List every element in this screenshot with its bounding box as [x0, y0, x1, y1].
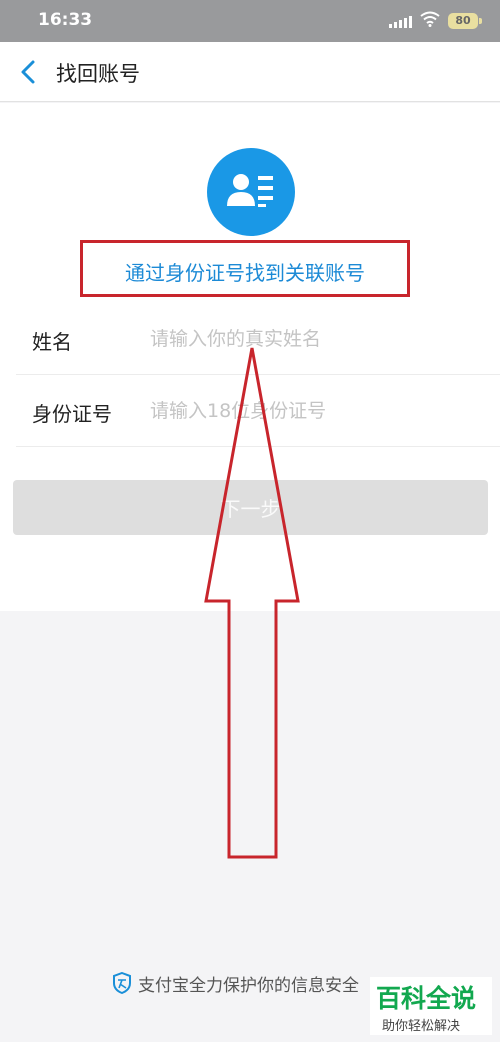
shield-icon [113, 972, 131, 994]
next-button[interactable]: 下一步 [13, 480, 488, 535]
recovery-card: 通过身份证号找到关联账号 姓名 身份证号 下一步 [0, 103, 500, 611]
security-note: 支付宝全力保护你的信息安全 [112, 968, 359, 998]
status-time: 16:33 [38, 10, 93, 30]
id-number-label: 身份证号 [32, 402, 112, 426]
wifi-icon [420, 11, 440, 31]
watermark-logo: 百科全说 助你轻松解决 [370, 977, 492, 1035]
battery-indicator: 80 [448, 13, 482, 29]
name-input[interactable] [150, 321, 480, 357]
watermark-subtitle: 助你轻松解决 [382, 1019, 461, 1034]
name-row: 姓名 [16, 303, 500, 375]
nav-bar: 找回账号 [0, 42, 500, 102]
id-number-input[interactable] [150, 393, 480, 429]
status-bar: 16:33 80 [0, 0, 500, 42]
headline-link[interactable]: 通过身份证号找到关联账号 [83, 257, 407, 286]
page-title: 找回账号 [56, 62, 140, 86]
headline-highlight-box: 通过身份证号找到关联账号 [80, 240, 410, 297]
back-button[interactable] [14, 56, 44, 88]
name-label: 姓名 [32, 330, 72, 354]
signal-icon [389, 14, 412, 28]
id-card-user-icon [207, 148, 295, 236]
chevron-left-icon [21, 60, 35, 84]
status-icons: 80 [389, 11, 482, 31]
watermark-title: 百科全说 [376, 984, 477, 1013]
security-text: 支付宝全力保护你的信息安全 [138, 975, 359, 996]
id-number-row: 身份证号 [16, 375, 500, 447]
